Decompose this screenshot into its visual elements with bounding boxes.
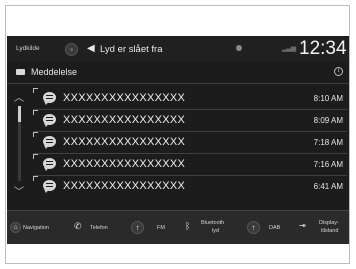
- bluetooth-icon: ᛒ: [185, 221, 191, 231]
- message-sender: XXXXXXXXXXXXXXXX: [63, 158, 186, 170]
- message-sender: XXXXXXXXXXXXXXXX: [63, 114, 186, 126]
- fm-round-icon: ↑: [131, 221, 144, 234]
- nav-label-display-line2: tilstand: [321, 228, 339, 234]
- message-time: 8:09 AM: [313, 116, 343, 125]
- message-bubble-icon: [43, 136, 56, 149]
- message-time: 7:18 AM: [313, 138, 343, 147]
- bottom-nav-bar: ⌂ Navigation ✆ Telefon ↑ FM ᛒ Bluetooth …: [7, 210, 349, 244]
- scrollbar[interactable]: [18, 106, 21, 181]
- nav-label-display-line1: Display-: [319, 220, 339, 226]
- scroll-up-icon[interactable]: ︿: [14, 89, 24, 104]
- message-row[interactable]: XXXXXXXXXXXXXXXX 8:10 AM: [33, 88, 347, 110]
- message-bubble-icon: [43, 92, 56, 105]
- message-row[interactable]: XXXXXXXXXXXXXXXX 6:41 AM: [33, 176, 347, 198]
- nav-button-navigation[interactable]: ⌂ Navigation: [7, 211, 69, 244]
- nav-label-phone: Telefon: [90, 225, 108, 231]
- nav-button-display-mode[interactable]: ⇥ Display- tilstand: [295, 211, 349, 244]
- message-time: 6:41 AM: [313, 182, 343, 191]
- phone-icon: ✆: [74, 221, 82, 231]
- clock: 12:34: [299, 38, 347, 59]
- nav-button-bluetooth-audio[interactable]: ᛒ Bluetooth lyd: [179, 211, 237, 244]
- message-row[interactable]: XXXXXXXXXXXXXXXX 7:16 AM: [33, 154, 347, 176]
- page-title: Meddelelse: [31, 67, 78, 77]
- infotainment-screen: Lydkilde ◦ ◀ Lyd er slået fra ▂▃▅ 12:34 …: [7, 36, 349, 244]
- audio-status-text: Lyd er slået fra: [100, 44, 163, 55]
- display-mode-icon: ⇥: [299, 221, 306, 230]
- notification-dot-icon: [236, 45, 242, 51]
- nav-label-fm: FM: [157, 225, 165, 231]
- message-row[interactable]: XXXXXXXXXXXXXXXX 7:18 AM: [33, 132, 347, 154]
- info-icon[interactable]: i: [334, 67, 343, 76]
- nav-label-bluetooth-line2: lyd: [212, 228, 220, 234]
- message-list: XXXXXXXXXXXXXXXX 8:10 AM XXXXXXXXXXXXXXX…: [33, 88, 347, 198]
- dab-round-icon: ↑: [247, 221, 260, 234]
- message-sender: XXXXXXXXXXXXXXXX: [63, 136, 186, 148]
- speaker-icon: ◀: [87, 43, 95, 54]
- message-header: Meddelelse i: [7, 62, 349, 84]
- navigation-icon: ⌂: [10, 222, 21, 233]
- nav-label-bluetooth-line1: Bluetooth: [201, 220, 225, 226]
- nav-button-phone[interactable]: ✆ Telefon: [70, 211, 120, 244]
- scroll-down-icon[interactable]: ﹀: [14, 183, 24, 198]
- envelope-icon: [16, 69, 25, 75]
- source-label[interactable]: Lydkilde: [16, 45, 40, 52]
- signal-icon: ▂▃▅: [282, 45, 296, 52]
- message-bubble-icon: [43, 158, 56, 171]
- nav-label-dab: DAB: [269, 225, 281, 231]
- message-sender: XXXXXXXXXXXXXXXX: [63, 92, 186, 104]
- scrollbar-thumb[interactable]: [18, 106, 21, 122]
- source-round-button[interactable]: ◦: [65, 43, 78, 56]
- message-sender: XXXXXXXXXXXXXXXX: [63, 180, 186, 192]
- message-bubble-icon: [43, 180, 56, 193]
- message-time: 7:16 AM: [313, 160, 343, 169]
- message-time: 8:10 AM: [313, 94, 343, 103]
- status-bar: Lydkilde ◦ ◀ Lyd er slået fra ▂▃▅ 12:34: [7, 36, 349, 62]
- nav-label-navigation: Navigation: [23, 225, 49, 231]
- message-bubble-icon: [43, 114, 56, 127]
- nav-button-fm[interactable]: ↑ FM: [123, 211, 177, 244]
- message-row[interactable]: XXXXXXXXXXXXXXXX 8:09 AM: [33, 110, 347, 132]
- nav-button-dab[interactable]: ↑ DAB: [239, 211, 293, 244]
